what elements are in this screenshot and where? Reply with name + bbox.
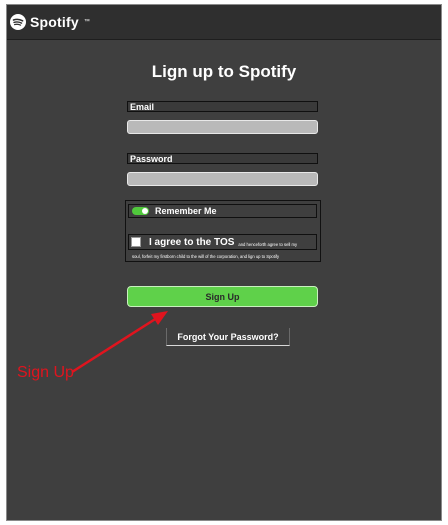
remember-me-label: Remember Me: [155, 206, 217, 216]
tos-fine-print-2: soul, forfeit my firstborn child to the …: [132, 254, 280, 259]
spotify-logo-icon: [10, 14, 26, 30]
logo-trademark: ™: [83, 19, 90, 25]
top-bar: Spotify ™: [7, 5, 441, 40]
email-label: Email: [127, 101, 318, 112]
remember-me-row[interactable]: Remember Me: [128, 204, 317, 218]
spotify-logo[interactable]: Spotify ™: [10, 14, 90, 30]
tos-row: I agree to the TOS and henceforth agree …: [128, 234, 317, 250]
options-panel: Remember Me I agree to the TOS and hence…: [125, 200, 321, 262]
sign-up-button[interactable]: Sign Up: [127, 286, 318, 307]
email-field[interactable]: [127, 120, 318, 134]
annotation-label: Sign Up: [17, 364, 74, 381]
forgot-password-link[interactable]: Forgot Your Password?: [166, 328, 290, 346]
tos-checkbox[interactable]: [131, 237, 141, 247]
logo-wordmark: Spotify: [30, 14, 79, 30]
password-label: Password: [127, 153, 318, 164]
page-title: Lign up to Spotify: [151, 62, 297, 81]
toggle-knob: [142, 208, 148, 214]
tos-fine-print-1: and henceforth agree to sell my: [238, 241, 298, 247]
toggle-icon[interactable]: [132, 207, 149, 215]
tos-label: I agree to the TOS: [149, 236, 235, 248]
password-field[interactable]: [127, 172, 318, 186]
